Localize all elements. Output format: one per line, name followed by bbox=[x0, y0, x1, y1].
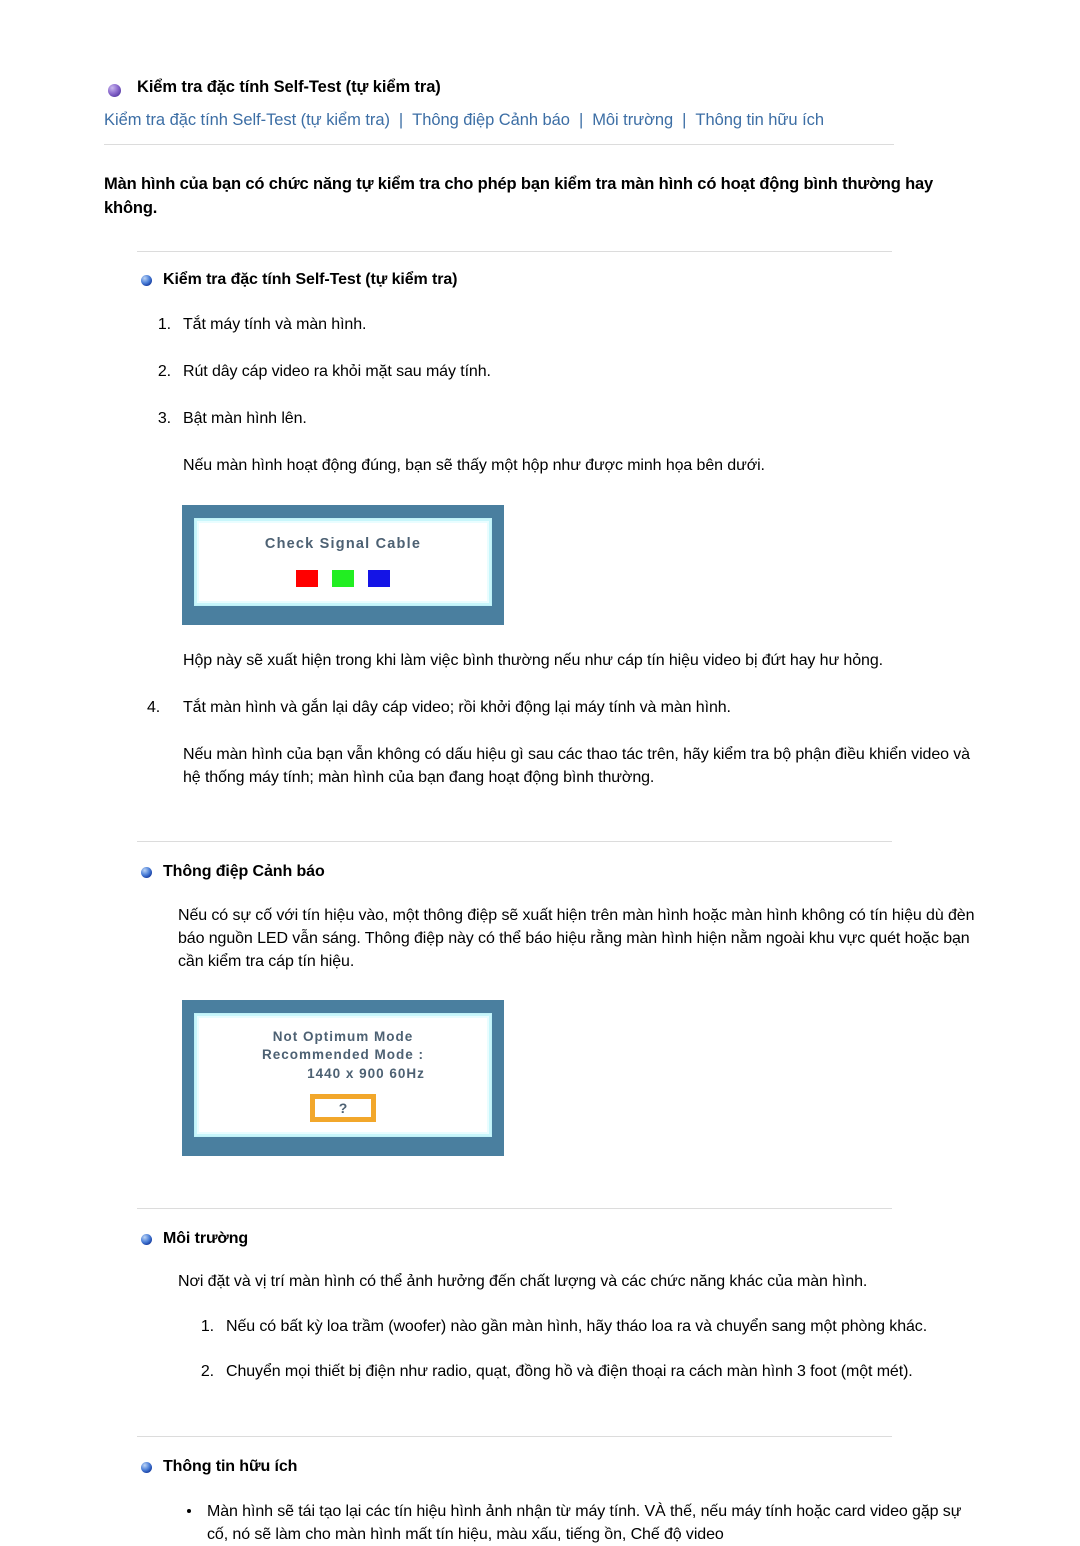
red-square-icon bbox=[296, 569, 318, 587]
section-heading-selftest: Kiểm tra đặc tính Self-Test (tự kiểm tra… bbox=[0, 270, 1080, 289]
osd-not-optimum-line3: 1440 x 900 60Hz bbox=[307, 1065, 425, 1081]
page-header: Kiểm tra đặc tính Self-Test (tự kiểm tra… bbox=[0, 0, 1080, 145]
header-divider bbox=[104, 143, 894, 145]
section-heading-warning: Thông điệp Cảnh báo bbox=[0, 862, 1080, 881]
blue-square-icon bbox=[368, 569, 390, 587]
list-item: Màn hình sẽ tái tạo lại các tín hiệu hìn… bbox=[185, 1500, 1080, 1546]
section-heading-useful: Thông tin hữu ích bbox=[0, 1457, 1080, 1476]
step-4-wrap: 4. Tắt màn hình và gắn lại dây cáp video… bbox=[0, 696, 1080, 719]
osd-monitor-frame: Not Optimum Mode Recommended Mode : 1440… bbox=[182, 1000, 504, 1156]
section-heading-environment: Môi trường bbox=[0, 1229, 1080, 1248]
osd-not-optimum-line2: Recommended Mode : bbox=[261, 1047, 425, 1063]
list-item: Nếu có bất kỳ loa trầm (woofer) nào gần … bbox=[190, 1315, 928, 1338]
environment-lead: Nơi đặt và vị trí màn hình có thể ảnh hư… bbox=[178, 1273, 868, 1291]
osd-check-cable-title: Check Signal Cable bbox=[264, 535, 422, 552]
blue-sphere-bullet-icon bbox=[141, 1233, 152, 1245]
osd-question-button[interactable]: ? bbox=[310, 1093, 376, 1122]
blue-sphere-bullet-icon bbox=[141, 867, 152, 879]
environment-steps-list: Nếu có bất kỳ loa trầm (woofer) nào gần … bbox=[0, 1315, 1080, 1384]
osd-screen: Not Optimum Mode Recommended Mode : 1440… bbox=[194, 1013, 492, 1137]
list-item: Bật màn hình lên. bbox=[147, 407, 307, 430]
list-item: Rút dây cáp video ra khỏi mặt sau máy tí… bbox=[147, 360, 491, 383]
box-note: Hộp này sẽ xuất hiện trong khi làm việc … bbox=[183, 651, 883, 669]
osd-screen: Check Signal Cable bbox=[194, 517, 492, 606]
blue-sphere-bullet-icon bbox=[141, 1461, 152, 1473]
page-title-row: Kiểm tra đặc tính Self-Test (tự kiểm tra… bbox=[0, 78, 1080, 98]
after-steps-note: Nếu màn hình hoạt động đúng, bạn sẽ thấy… bbox=[183, 457, 765, 475]
manual-page: Kiểm tra đặc tính Self-Test (tự kiểm tra… bbox=[0, 0, 1080, 1543]
nav-link-warning[interactable]: Thông điệp Cảnh báo bbox=[412, 111, 570, 129]
section-nav: Kiểm tra đặc tính Self-Test (tự kiểm tra… bbox=[0, 111, 1080, 130]
list-item: Chuyển mọi thiết bị điện như radio, quạt… bbox=[190, 1360, 913, 1383]
section-heading-label: Kiểm tra đặc tính Self-Test (tự kiểm tra… bbox=[163, 270, 458, 288]
nav-link-useful-info[interactable]: Thông tin hữu ích bbox=[695, 111, 824, 129]
osd-check-signal-cable-wrap: Check Signal Cable bbox=[0, 504, 1080, 625]
purple-sphere-bullet-icon bbox=[108, 84, 121, 97]
osd-monitor-frame: Check Signal Cable bbox=[182, 504, 504, 625]
intro-paragraph: Màn hình của bạn có chức năng tự kiểm tr… bbox=[104, 174, 934, 217]
blue-sphere-bullet-icon bbox=[141, 274, 152, 286]
nav-separator-1: | bbox=[398, 110, 404, 129]
green-square-icon bbox=[332, 569, 354, 587]
section-heading-label: Môi trường bbox=[163, 1229, 249, 1247]
section-heading-label: Thông tin hữu ích bbox=[163, 1457, 298, 1475]
warning-body: Nếu có sự cố với tín hiệu vào, một thông… bbox=[178, 906, 975, 971]
nav-link-selftest[interactable]: Kiểm tra đặc tính Self-Test (tự kiểm tra… bbox=[104, 111, 390, 129]
page-title: Kiểm tra đặc tính Self-Test (tự kiểm tra… bbox=[137, 78, 441, 96]
nav-separator-2: | bbox=[578, 110, 584, 129]
useful-bullets-list: Màn hình sẽ tái tạo lại các tín hiệu hìn… bbox=[0, 1500, 1080, 1546]
nav-separator-3: | bbox=[682, 110, 687, 129]
osd-rgb-squares bbox=[205, 569, 481, 587]
step-4-text: Tắt màn hình và gắn lại dây cáp video; r… bbox=[183, 698, 731, 716]
list-item: Tắt máy tính và màn hình. bbox=[147, 313, 367, 336]
osd-not-optimum-wrap: Not Optimum Mode Recommended Mode : 1440… bbox=[0, 1000, 1080, 1156]
section-heading-label: Thông điệp Cảnh báo bbox=[163, 863, 325, 881]
selftest-steps-list: Tắt máy tính và màn hình. Rút dây cáp vi… bbox=[0, 313, 1080, 431]
nav-link-environment[interactable]: Môi trường bbox=[592, 111, 673, 129]
selftest-final-note: Nếu màn hình của bạn vẫn không có dấu hi… bbox=[183, 746, 970, 787]
step-4-number: 4. bbox=[147, 698, 161, 716]
osd-not-optimum-line1: Not Optimum Mode bbox=[272, 1029, 414, 1045]
